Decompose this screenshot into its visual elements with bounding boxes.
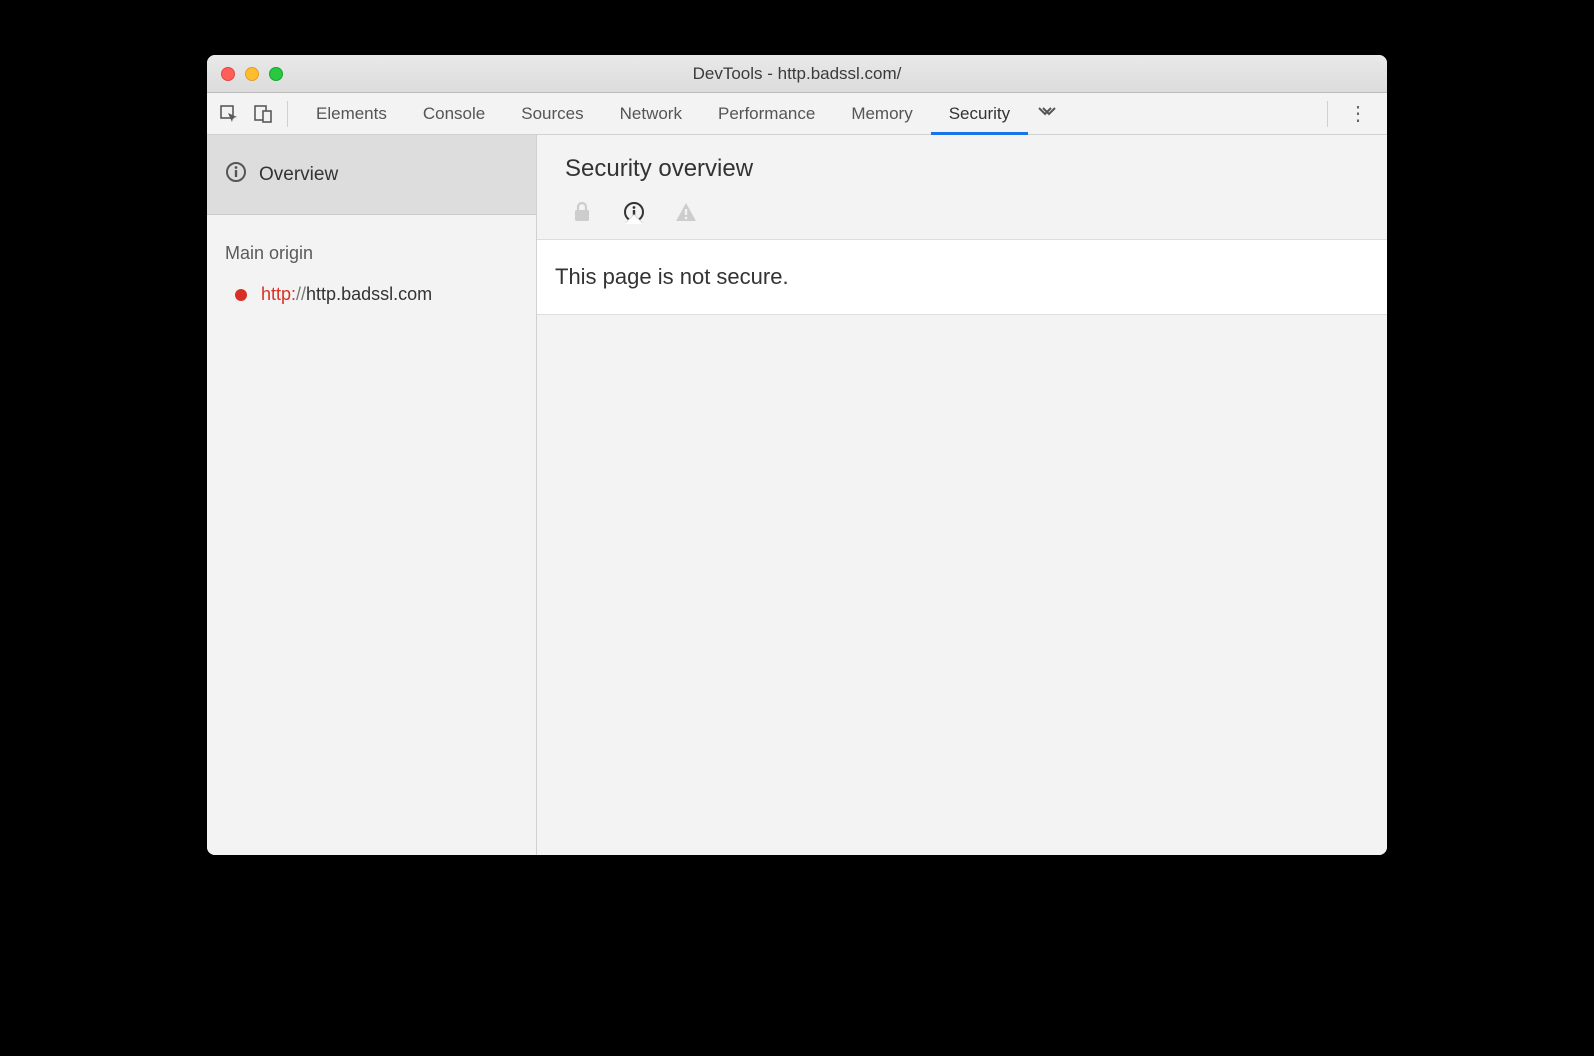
toolbar-separator [1327, 101, 1328, 127]
tab-network[interactable]: Network [602, 93, 700, 134]
devtools-tabs: Elements Console Sources Network Perform… [298, 93, 1028, 134]
info-icon [225, 161, 247, 188]
toolbar-right: ⋮ [1323, 101, 1379, 127]
security-sidebar: Overview Main origin http://http.badssl.… [207, 135, 537, 855]
active-indicator-arrow-icon [625, 215, 643, 224]
lock-icon [571, 201, 593, 223]
more-tabs-icon[interactable] [1032, 103, 1062, 124]
overview-label: Overview [259, 164, 338, 186]
security-panel: Security overview [537, 135, 1387, 855]
toolbar-separator [287, 101, 288, 127]
tab-security[interactable]: Security [931, 93, 1028, 134]
security-message: This page is not secure. [555, 264, 1369, 290]
security-state-icons [565, 183, 1359, 239]
origin-url: http://http.badssl.com [261, 284, 432, 305]
panel-header: Security overview [537, 135, 1387, 239]
content-area: Overview Main origin http://http.badssl.… [207, 135, 1387, 855]
origin-separator: // [296, 284, 306, 304]
minimize-window-button[interactable] [245, 67, 259, 81]
kebab-menu-icon[interactable]: ⋮ [1338, 101, 1379, 126]
origin-row[interactable]: http://http.badssl.com [207, 278, 536, 311]
info-icon [623, 201, 645, 223]
origin-scheme: http: [261, 284, 296, 304]
origin-status-dot-icon [235, 289, 247, 301]
tab-performance[interactable]: Performance [700, 93, 833, 134]
traffic-lights [207, 67, 283, 81]
devtools-toolbar: Elements Console Sources Network Perform… [207, 93, 1387, 135]
tab-elements[interactable]: Elements [298, 93, 405, 134]
tab-memory[interactable]: Memory [833, 93, 930, 134]
zoom-window-button[interactable] [269, 67, 283, 81]
window-title: DevTools - http.badssl.com/ [207, 64, 1387, 84]
security-message-card: This page is not secure. [537, 239, 1387, 315]
sidebar-overview[interactable]: Overview [207, 135, 536, 215]
devtools-window: DevTools - http.badssl.com/ Elements Con… [207, 55, 1387, 855]
tab-console[interactable]: Console [405, 93, 503, 134]
window-titlebar: DevTools - http.badssl.com/ [207, 55, 1387, 93]
warning-triangle-icon [675, 201, 697, 223]
device-toolbar-icon[interactable] [249, 100, 277, 128]
panel-title: Security overview [565, 155, 1359, 183]
close-window-button[interactable] [221, 67, 235, 81]
main-origin-section-label: Main origin [207, 215, 536, 278]
origin-host: http.badssl.com [306, 284, 432, 304]
tab-sources[interactable]: Sources [503, 93, 601, 134]
inspect-element-icon[interactable] [215, 100, 243, 128]
